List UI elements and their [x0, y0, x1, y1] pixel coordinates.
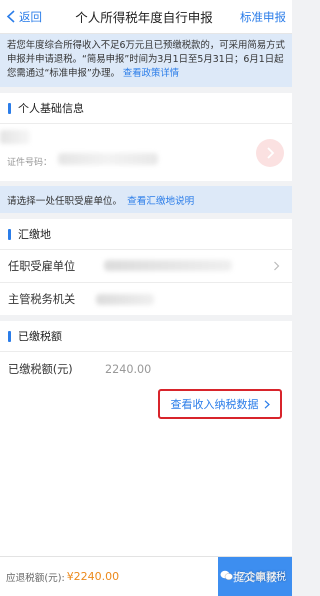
blurred-id-number [58, 153, 158, 165]
paid-tax-row: 已缴税额(元) 2240.00 [0, 352, 292, 386]
view-data-label: 查看收入纳税数据 [170, 398, 259, 411]
notice-banner: 若您年度综合所得收入不足6万元且已预缴税款的，可采用简易方式申报并申请退税。“简… [0, 34, 292, 87]
blurred-name [0, 130, 30, 144]
tax-authority-row[interactable]: 主管税务机关 [0, 283, 292, 315]
huijiao-explain-link[interactable]: 查看汇缴地说明 [127, 193, 194, 207]
blurred-tax-authority [96, 294, 154, 305]
blurred-employer [104, 260, 232, 271]
section-huijiao: 汇缴地 [0, 219, 292, 249]
section-paid-tax: 已缴税额 [0, 321, 292, 351]
watermark: 亿企赢财税 [220, 568, 286, 583]
basic-info-card[interactable]: 证件号码： [0, 124, 292, 181]
refund-amount: ¥2240.00 [66, 570, 120, 583]
content-filler [0, 420, 292, 556]
bottom-bar: 应退税额(元): ¥2240.00 提交申报 亿企赢财税 [0, 556, 292, 596]
chevron-right-icon [266, 147, 274, 159]
wechat-icon [220, 570, 233, 580]
section-marker [8, 330, 11, 342]
view-data-row: 查看收入纳税数据 [0, 386, 292, 420]
view-income-tax-data-link[interactable]: 查看收入纳税数据 [158, 389, 282, 419]
chevron-right-icon [264, 399, 270, 409]
employer-row[interactable]: 任职受雇单位 [0, 250, 292, 282]
watermark-text: 亿企赢财税 [236, 572, 286, 583]
basic-info-detail-button[interactable] [256, 139, 284, 167]
standard-declare-link[interactable]: 标准申报 [240, 9, 286, 25]
policy-detail-link[interactable]: 查看政策详情 [123, 68, 179, 79]
employer-label: 任职受雇单位 [8, 260, 76, 273]
chevron-left-icon [6, 10, 15, 23]
section-title: 已缴税额 [18, 330, 62, 343]
back-label: 返回 [19, 9, 42, 24]
employer-tip: 请选择一处任职受雇单位。 查看汇缴地说明 [0, 186, 292, 213]
back-button[interactable]: 返回 [6, 9, 42, 25]
tax-authority-label: 主管税务机关 [8, 293, 76, 306]
nav-bar: 返回 个人所得税年度自行申报 标准申报 [0, 0, 292, 34]
section-marker [8, 228, 11, 240]
id-number-label: 证件号码： [7, 158, 53, 168]
section-title: 汇缴地 [18, 228, 51, 241]
refund-label: 应退税额(元): [6, 572, 65, 584]
paid-tax-label: 已缴税额(元) [8, 363, 73, 376]
section-title: 个人基础信息 [18, 102, 84, 115]
tip-text: 请选择一处任职受雇单位。 [7, 195, 123, 207]
section-marker [8, 102, 11, 114]
page-title: 个人所得税年度自行申报 [75, 10, 213, 25]
chevron-right-icon [274, 261, 280, 271]
section-basic-info: 个人基础信息 [0, 93, 292, 123]
paid-tax-value: 2240.00 [105, 362, 152, 376]
